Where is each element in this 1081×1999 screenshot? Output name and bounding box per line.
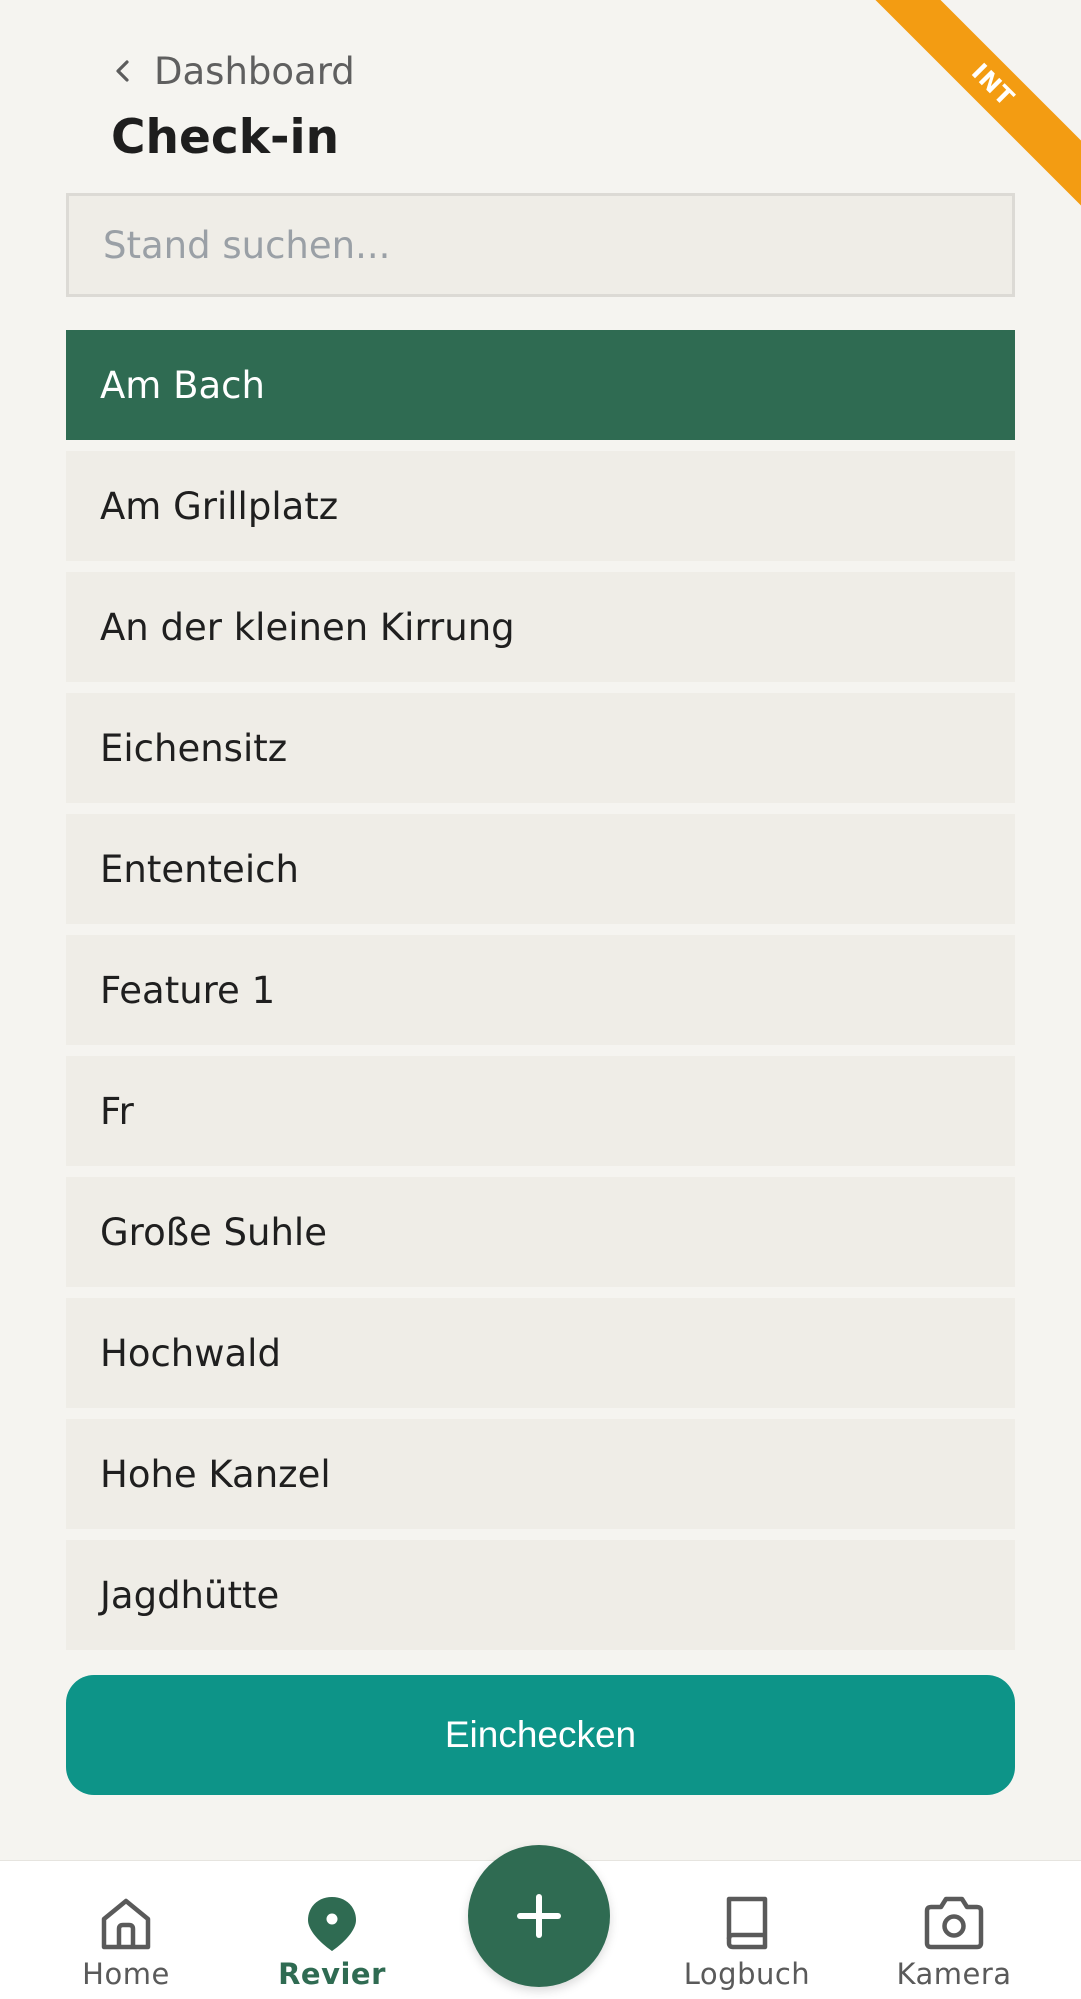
add-button[interactable]: [468, 1845, 610, 1987]
stand-item[interactable]: Am Grillplatz: [66, 451, 1015, 561]
stand-item[interactable]: Ententeich: [66, 814, 1015, 924]
map-pin-icon: [308, 1897, 356, 1951]
nav-item-kamera[interactable]: Kamera: [884, 1861, 1024, 1999]
nav-label-revier: Revier: [278, 1957, 386, 1991]
nav-label-home: Home: [82, 1957, 170, 1991]
camera-icon: [924, 1896, 984, 1950]
chevron-left-icon: [116, 60, 129, 82]
stand-item[interactable]: Eichensitz: [66, 693, 1015, 803]
stand-item-label: Ententeich: [100, 847, 299, 891]
stand-item[interactable]: Hohe Kanzel: [66, 1419, 1015, 1529]
nav-item-logbuch[interactable]: Logbuch: [677, 1861, 817, 1999]
book-icon: [726, 1896, 768, 1950]
stand-item-label: Am Bach: [100, 363, 265, 407]
home-icon: [101, 1898, 151, 1950]
stand-item-label: An der kleinen Kirrung: [100, 605, 515, 649]
stand-item-label: Hohe Kanzel: [100, 1452, 331, 1496]
checkin-button[interactable]: Einchecken: [66, 1675, 1015, 1795]
back-label: Dashboard: [154, 49, 355, 93]
stand-item[interactable]: An der kleinen Kirrung: [66, 572, 1015, 682]
back-button[interactable]: Dashboard: [112, 48, 355, 94]
nav-label-kamera: Kamera: [896, 1957, 1012, 1991]
nav-item-revier[interactable]: Revier: [272, 1861, 392, 1999]
page-title: Check-in: [111, 110, 340, 165]
stand-item-label: Feature 1: [100, 968, 276, 1012]
plus-icon: [517, 1894, 561, 1938]
stand-item[interactable]: Große Suhle: [66, 1177, 1015, 1287]
stand-list: Am Bach Am Grillplatz An der kleinen Kir…: [66, 330, 1015, 1661]
stand-item[interactable]: Am Bach: [66, 330, 1015, 440]
stand-item-label: Jagdhütte: [100, 1573, 280, 1617]
search-input[interactable]: [69, 196, 1012, 294]
search-field[interactable]: [66, 193, 1015, 297]
stand-item[interactable]: Fr: [66, 1056, 1015, 1166]
nav-item-home[interactable]: Home: [66, 1861, 186, 1999]
checkin-screen: INT Dashboard Check-in Am Bach Am Grillp…: [0, 0, 1081, 1999]
stand-item-label: Am Grillplatz: [100, 484, 339, 528]
stand-item-label: Fr: [100, 1089, 134, 1133]
stand-item-label: Eichensitz: [100, 726, 288, 770]
stand-item-label: Große Suhle: [100, 1210, 327, 1254]
environment-badge: INT: [870, 0, 1081, 208]
nav-label-logbuch: Logbuch: [683, 1957, 811, 1991]
stand-item-label: Hochwald: [100, 1331, 281, 1375]
stand-item[interactable]: Jagdhütte: [66, 1540, 1015, 1650]
stand-item[interactable]: Hochwald: [66, 1298, 1015, 1408]
stand-item[interactable]: Feature 1: [66, 935, 1015, 1045]
